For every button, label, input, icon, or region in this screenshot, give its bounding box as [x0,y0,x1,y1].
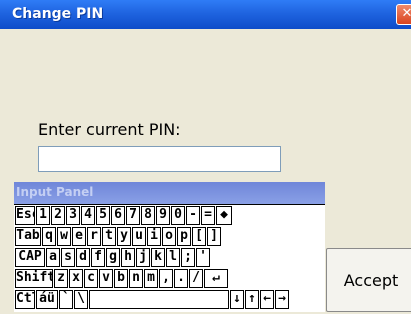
input-panel: Input Panel Esc1234567890-=◆ Tabqwertyuio… [14,182,325,312]
key-intl[interactable]: áü [36,290,58,309]
key-s[interactable]: s [61,248,75,267]
key-q[interactable]: q [42,227,56,246]
key-x[interactable]: x [69,269,83,288]
key-9[interactable]: 9 [156,206,170,225]
key-down[interactable]: ↓ [230,290,244,309]
key-left-bracket[interactable]: [ [192,227,206,246]
pin-label: Enter current PIN: [38,120,181,139]
key-p[interactable]: p [177,227,191,246]
key-o[interactable]: o [162,227,176,246]
key-enter[interactable]: ↵ [204,269,228,288]
key-4[interactable]: 4 [81,206,95,225]
key-tab[interactable]: Tab [15,227,41,246]
key-e[interactable]: e [72,227,86,246]
key-esc[interactable]: Esc [15,206,35,225]
key-l[interactable]: l [166,248,180,267]
key-up[interactable]: ↑ [245,290,259,309]
close-icon: ✕ [401,6,411,21]
key-2[interactable]: 2 [51,206,65,225]
key-1[interactable]: 1 [36,206,50,225]
key-right[interactable]: → [275,290,289,309]
key-k[interactable]: k [151,248,165,267]
key-semicolon[interactable]: ; [181,248,195,267]
key-minus[interactable]: - [186,206,200,225]
pin-input[interactable] [38,146,281,172]
input-panel-title-bar[interactable]: Input Panel [14,182,325,204]
key-right-bracket[interactable]: ] [207,227,221,246]
key-c[interactable]: c [84,269,98,288]
key-z[interactable]: z [54,269,68,288]
key-6[interactable]: 6 [111,206,125,225]
key-u[interactable]: u [132,227,146,246]
key-ctrl[interactable]: Ctl [15,290,35,309]
key-caps[interactable]: CAP [15,248,45,267]
key-backtick[interactable]: ` [59,290,73,309]
key-comma[interactable]: , [159,269,173,288]
key-g[interactable]: g [106,248,120,267]
key-y[interactable]: y [117,227,131,246]
key-3[interactable]: 3 [66,206,80,225]
key-m[interactable]: m [144,269,158,288]
key-h[interactable]: h [121,248,135,267]
key-backslash[interactable]: \ [74,290,88,309]
window-title: Change PIN [12,6,104,22]
key-f[interactable]: f [91,248,105,267]
soft-keyboard: Esc1234567890-=◆ Tabqwertyuiop[] CAPasdfgh… [14,204,325,312]
key-backspace[interactable]: ◆ [216,206,232,225]
key-j[interactable]: j [136,248,150,267]
key-a[interactable]: a [46,248,60,267]
key-quote[interactable]: ' [196,248,210,267]
key-slash[interactable]: / [189,269,203,288]
key-shift[interactable]: Shift [15,269,53,288]
key-equals[interactable]: = [201,206,215,225]
key-i[interactable]: i [147,227,161,246]
key-b[interactable]: b [114,269,128,288]
key-w[interactable]: w [57,227,71,246]
title-bar: Change PIN ✕ [0,0,411,29]
key-0[interactable]: 0 [171,206,185,225]
key-8[interactable]: 8 [141,206,155,225]
key-r[interactable]: r [87,227,101,246]
key-n[interactable]: n [129,269,143,288]
close-button[interactable]: ✕ [396,4,411,25]
key-period[interactable]: . [174,269,188,288]
key-v[interactable]: v [99,269,113,288]
key-5[interactable]: 5 [96,206,110,225]
key-t[interactable]: t [102,227,116,246]
accept-button[interactable]: Accept [326,248,411,312]
key-left[interactable]: ← [260,290,274,309]
key-space[interactable] [89,290,229,309]
input-panel-title: Input Panel [16,185,94,199]
key-d[interactable]: d [76,248,90,267]
key-7[interactable]: 7 [126,206,140,225]
